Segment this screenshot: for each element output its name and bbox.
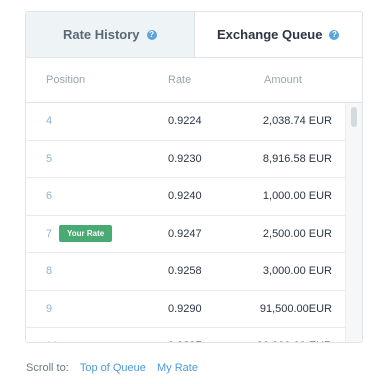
tab-bar: Rate History ? Exchange Queue ?: [26, 12, 362, 58]
scroll-to-bar: Scroll to: Top of Queue My Rate: [26, 362, 198, 374]
table-row[interactable]: 10 0.9297 30,000.00 EUR: [26, 328, 362, 342]
row-amount: 8,916.58 EUR: [262, 152, 332, 165]
scrollbar[interactable]: [345, 103, 362, 342]
tab-rate-history[interactable]: Rate History ?: [26, 12, 195, 57]
row-position: 7: [46, 227, 53, 240]
table-row[interactable]: 5 0.9230 8,916.58 EUR: [26, 141, 362, 178]
row-position: 8: [46, 265, 53, 277]
row-amount: 2,038.74 EUR: [262, 115, 332, 127]
row-rate: 0.9240: [168, 190, 202, 202]
tab-rate-history-label: Rate History: [62, 27, 140, 42]
table-row[interactable]: 6 0.9240 1,000.00 EUR: [26, 178, 362, 216]
row-rate: 0.9224: [168, 115, 202, 127]
table-row[interactable]: 8 0.9258 3,000.00 EUR: [26, 253, 362, 291]
top-of-queue-link[interactable]: Top of Queue: [80, 362, 146, 374]
table-row[interactable]: 4 0.9224 2,038.74 EUR: [26, 103, 362, 141]
column-header: Position Rate Amount: [26, 58, 362, 103]
row-amount: 3,000.00 EUR: [262, 265, 332, 277]
row-rate: 0.9297: [168, 340, 202, 342]
scrollbar-thumb[interactable]: [351, 107, 357, 127]
tab-exchange-queue-label: Exchange Queue: [217, 27, 323, 42]
table-row[interactable]: 7 Your Rate 0.9247 2,500.00 EUR: [26, 216, 362, 253]
your-rate-badge: Your Rate: [59, 224, 113, 242]
row-rate: 0.9247: [168, 227, 202, 240]
row-position: 5: [46, 152, 53, 165]
row-amount: 30,000.00 EUR: [257, 340, 332, 342]
row-position: 6: [46, 190, 53, 202]
row-position: 9: [46, 302, 53, 315]
column-position: Position: [46, 74, 86, 86]
queue-table[interactable]: 4 0.9224 2,038.74 EUR 5 0.9230 8,916.58 EUR 6 0…: [26, 103, 362, 342]
tab-exchange-queue[interactable]: Exchange Queue ?: [194, 12, 362, 57]
row-rate: 0.9290: [168, 302, 202, 315]
row-rate: 0.9258: [168, 265, 202, 277]
scroll-to-label: Scroll to:: [26, 362, 69, 374]
row-position: 10: [46, 340, 58, 342]
row-amount: 2,500.00 EUR: [262, 227, 332, 240]
row-amount: 91,500.00EUR: [259, 302, 332, 315]
table-row[interactable]: 9 0.9290 91,500.00EUR: [26, 291, 362, 328]
column-rate: Rate: [168, 74, 192, 86]
my-rate-link[interactable]: My Rate: [157, 362, 198, 374]
row-position: 4: [46, 115, 53, 127]
row-amount: 1,000.00 EUR: [262, 190, 332, 202]
row-rate: 0.9230: [168, 152, 202, 165]
help-icon[interactable]: ?: [146, 29, 157, 40]
column-amount: Amount: [264, 74, 302, 86]
exchange-card: Rate History ? Exchange Queue ? Position…: [25, 11, 363, 343]
help-icon[interactable]: ?: [329, 29, 340, 40]
